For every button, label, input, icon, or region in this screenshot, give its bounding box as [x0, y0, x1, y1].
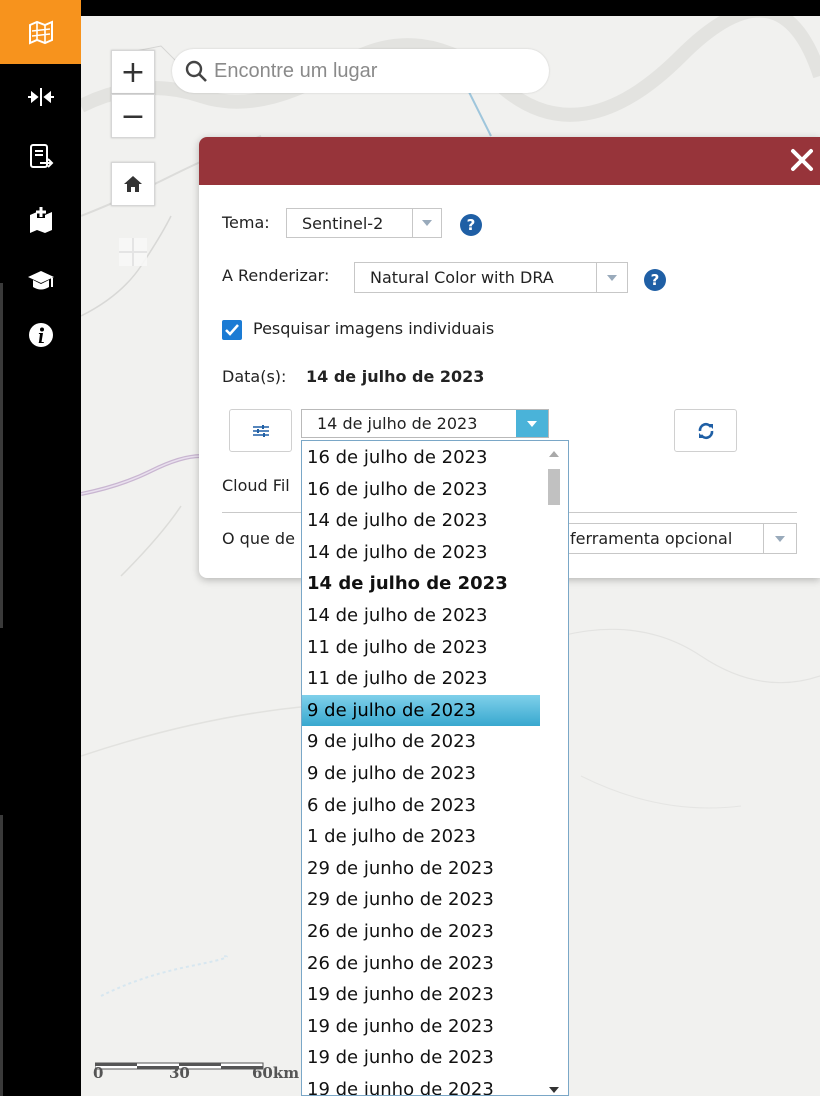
map-layers-icon	[28, 20, 53, 45]
dates-label: Data(s):	[222, 367, 287, 386]
help-icon: ?	[650, 271, 660, 289]
zoom-out-button[interactable]: −	[111, 94, 155, 138]
dropdown-option[interactable]: 9 de julho de 2023	[302, 726, 540, 757]
dropdown-option[interactable]: 14 de julho de 2023	[302, 568, 540, 599]
home-button[interactable]	[111, 162, 155, 206]
date-select-value: 14 de julho de 2023	[317, 414, 478, 433]
chevron-down-icon	[607, 274, 617, 281]
toolbar-divider	[0, 815, 3, 1096]
swipe-compare-icon	[27, 88, 54, 106]
map-layers-button[interactable]	[0, 0, 81, 64]
education-button[interactable]	[0, 250, 81, 312]
date-select[interactable]: 14 de julho de 2023	[301, 409, 549, 438]
optional-tool-select[interactable]: ferramenta opcional	[539, 523, 797, 554]
export-icon	[29, 144, 53, 168]
swipe-compare-button[interactable]	[0, 66, 81, 128]
dropdown-option[interactable]: 14 de julho de 2023	[302, 505, 540, 536]
search-placeholder: Encontre um lugar	[214, 59, 378, 82]
render-value: Natural Color with DRA	[370, 268, 554, 287]
zoom-out-label: −	[120, 98, 146, 134]
dropdown-scrollbar[interactable]	[540, 441, 568, 1095]
tema-help-button[interactable]: ?	[460, 214, 482, 236]
render-select[interactable]: Natural Color with DRA	[354, 262, 628, 293]
tema-value: Sentinel-2	[302, 213, 384, 233]
info-icon	[28, 323, 53, 347]
scale-label-0: 0	[93, 1064, 104, 1082]
render-arrow	[596, 263, 627, 292]
date-select-arrow[interactable]	[516, 410, 548, 437]
export-button[interactable]	[0, 126, 81, 188]
close-button[interactable]	[788, 143, 816, 177]
dropdown-option[interactable]: 1 de julho de 2023	[302, 821, 540, 852]
scrollbar-thumb[interactable]	[548, 469, 560, 505]
dropdown-option[interactable]: 14 de julho de 2023	[302, 537, 540, 568]
date-dropdown-list[interactable]: 16 de julho de 2023 16 de julho de 2023 14…	[301, 440, 569, 1096]
search-input[interactable]: Encontre um lugar	[172, 49, 549, 93]
dropdown-option[interactable]: 29 de junho de 2023	[302, 853, 540, 884]
filter-settings-button[interactable]	[229, 409, 292, 452]
dropdown-option[interactable]: 19 de junho de 2023	[302, 1042, 540, 1073]
add-data-button[interactable]	[0, 188, 81, 250]
refresh-button[interactable]	[674, 409, 737, 452]
render-label: A Renderizar:	[222, 266, 330, 285]
sliders-icon	[252, 424, 269, 437]
dropdown-option[interactable]: 29 de junho de 2023	[302, 884, 540, 915]
dropdown-option[interactable]: 26 de junho de 2023	[302, 916, 540, 947]
tema-label: Tema:	[222, 213, 270, 232]
chevron-down-icon	[775, 535, 785, 542]
info-button[interactable]	[0, 304, 81, 366]
toolbar-divider	[0, 283, 3, 628]
panel-header	[199, 137, 820, 185]
zoom-in-label: +	[120, 54, 146, 90]
chevron-down-icon	[527, 420, 537, 427]
search-icon	[185, 60, 207, 82]
dropdown-option[interactable]: 11 de julho de 2023	[302, 663, 540, 694]
scale-label-30: 30	[169, 1064, 190, 1082]
dropdown-option[interactable]: 16 de julho de 2023	[302, 474, 540, 505]
cloud-filter-label: Cloud Fil	[222, 476, 290, 495]
dropdown-option[interactable]: 9 de julho de 2023	[302, 758, 540, 789]
dropdown-option[interactable]: 6 de julho de 2023	[302, 790, 540, 821]
dropdown-option[interactable]: 19 de junho de 2023	[302, 979, 540, 1010]
scroll-down-icon[interactable]	[549, 1087, 559, 1093]
what-label: O que de	[222, 529, 295, 548]
add-data-icon	[29, 206, 52, 233]
education-cap-icon	[27, 271, 54, 290]
dropdown-option[interactable]: 26 de junho de 2023	[302, 948, 540, 979]
refresh-icon	[698, 422, 713, 439]
search-individual-checkbox[interactable]	[222, 320, 242, 340]
home-icon	[124, 176, 142, 192]
scroll-up-icon[interactable]	[549, 451, 559, 457]
check-icon	[225, 324, 239, 336]
zoom-in-button[interactable]: +	[111, 50, 155, 94]
dates-value: 14 de julho de 2023	[306, 367, 485, 386]
help-icon: ?	[466, 216, 476, 234]
search-individual-label: Pesquisar imagens individuais	[253, 319, 495, 338]
dropdown-option[interactable]: 16 de julho de 2023	[302, 442, 540, 473]
tema-select[interactable]: Sentinel-2	[286, 208, 442, 238]
chevron-down-icon	[422, 220, 432, 226]
scale-label-60km: 60km	[252, 1064, 300, 1082]
dropdown-option[interactable]: 19 de junho de 2023	[302, 1011, 540, 1042]
render-help-button[interactable]: ?	[644, 269, 666, 291]
tema-arrow	[412, 209, 441, 237]
left-toolbar	[0, 0, 81, 1096]
dropdown-option[interactable]: 9 de julho de 2023	[302, 694, 540, 726]
dropdown-option[interactable]: 11 de julho de 2023	[302, 632, 540, 663]
close-icon	[791, 149, 813, 171]
optional-tool-arrow	[763, 524, 796, 553]
dropdown-option[interactable]: 19 de junho de 2023	[302, 1074, 540, 1095]
dropdown-option[interactable]: 14 de julho de 2023	[302, 600, 540, 631]
